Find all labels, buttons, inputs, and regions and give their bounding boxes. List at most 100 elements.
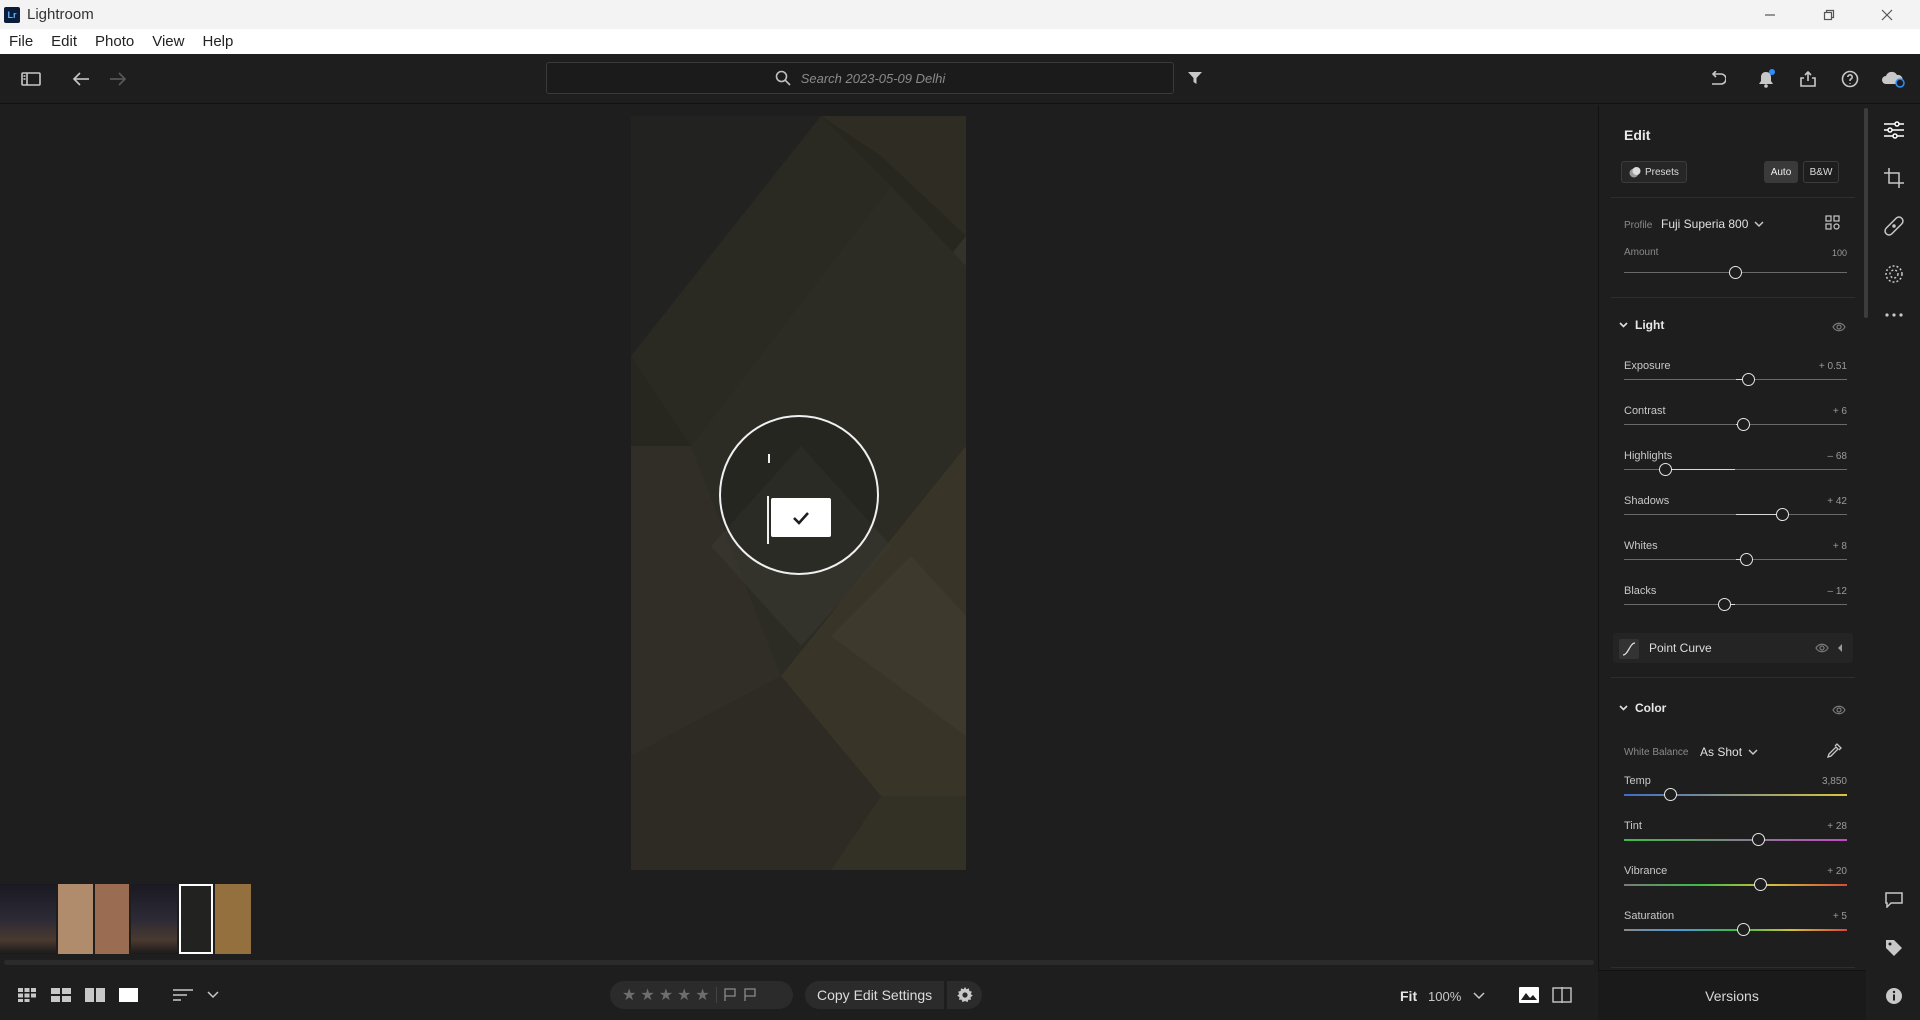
close-button[interactable] — [1864, 0, 1910, 29]
title-bar: Lr Lightroom — [0, 0, 1920, 29]
sliders-icon — [1884, 121, 1904, 139]
contrast-value[interactable]: + 6 — [1833, 406, 1847, 417]
zoom-dropdown-button[interactable] — [1472, 989, 1486, 1003]
profile-dropdown[interactable]: Fuji Superia 800 — [1661, 217, 1764, 231]
edit-tool-button[interactable] — [1883, 119, 1905, 141]
filmstrip-thumb[interactable] — [179, 884, 213, 954]
menu-edit[interactable]: Edit — [51, 33, 77, 50]
color-visibility-toggle[interactable] — [1832, 702, 1846, 720]
more-tools-button[interactable] — [1883, 304, 1905, 326]
sort-button[interactable] — [172, 987, 194, 1003]
blacks-value[interactable]: – 12 — [1828, 586, 1847, 597]
rating-star-icon[interactable]: ★ — [695, 985, 709, 1005]
bw-button[interactable]: B&W — [1803, 161, 1839, 183]
shadows-slider-knob[interactable] — [1776, 508, 1790, 521]
flag-reject-icon[interactable] — [743, 988, 757, 1002]
filmstrip-thumb[interactable] — [131, 884, 177, 954]
filmstrip-thumb[interactable] — [58, 884, 93, 954]
cloud-sync-button[interactable] — [1880, 68, 1906, 90]
filmstrip-scrollbar[interactable] — [4, 960, 1594, 965]
flag-pick-icon[interactable] — [723, 988, 737, 1002]
tint-value[interactable]: + 28 — [1827, 821, 1847, 832]
comments-button[interactable] — [1883, 889, 1905, 911]
restore-button[interactable] — [1806, 0, 1852, 29]
blacks-slider-knob[interactable] — [1718, 598, 1732, 611]
whites-slider-knob[interactable] — [1739, 553, 1753, 566]
search-input[interactable]: Search 2023-05-09 Delhi — [546, 62, 1174, 94]
rating-star-icon[interactable]: ★ — [622, 985, 636, 1005]
saturation-slider-knob[interactable] — [1737, 923, 1751, 936]
undo-button[interactable] — [1706, 69, 1728, 89]
fit-zoom-button[interactable]: Fit — [1400, 988, 1417, 1004]
temp-value[interactable]: 3,850 — [1822, 776, 1847, 787]
whites-value[interactable]: + 8 — [1833, 541, 1847, 552]
temp-slider-knob[interactable] — [1663, 788, 1677, 801]
saturation-slider-track[interactable] — [1624, 929, 1847, 931]
sort-dropdown-button[interactable] — [206, 987, 220, 1003]
vibrance-slider-knob[interactable] — [1753, 878, 1767, 891]
highlights-value[interactable]: – 68 — [1828, 451, 1847, 462]
eye-icon[interactable] — [1815, 643, 1829, 653]
saturation-value[interactable]: + 5 — [1833, 911, 1847, 922]
filmstrip-thumb[interactable] — [0, 884, 56, 954]
detail-view-button[interactable] — [119, 987, 139, 1003]
zoom-level[interactable]: 100% — [1428, 989, 1461, 1004]
share-button[interactable] — [1797, 68, 1819, 90]
profile-browser-button[interactable] — [1825, 215, 1841, 236]
masking-tool-button[interactable] — [1883, 263, 1905, 285]
copy-edit-settings-button[interactable]: Copy Edit Settings — [805, 981, 945, 1009]
show-original-button[interactable] — [1518, 986, 1540, 1004]
rating-star-icon[interactable]: ★ — [659, 985, 673, 1005]
highlights-slider-knob[interactable] — [1658, 463, 1672, 476]
blacks-slider-track[interactable] — [1624, 604, 1847, 605]
white-balance-dropdown[interactable]: As Shot — [1700, 745, 1758, 759]
back-button[interactable] — [70, 69, 92, 89]
temp-slider-track[interactable] — [1624, 794, 1847, 796]
point-curve-row[interactable]: Point Curve — [1613, 633, 1853, 663]
flag-pole — [767, 496, 769, 544]
rating-star-icon[interactable]: ★ — [640, 985, 654, 1005]
versions-button[interactable]: Versions — [1598, 970, 1866, 1020]
arrow-right-icon — [110, 72, 127, 86]
close-icon — [1881, 9, 1893, 20]
compare-view-button[interactable] — [1551, 986, 1573, 1004]
square-grid-view-button[interactable] — [18, 987, 36, 1003]
menu-file[interactable]: File — [9, 33, 33, 50]
crop-tool-button[interactable] — [1883, 167, 1905, 189]
photo-grid-view-button[interactable] — [51, 987, 71, 1003]
help-button[interactable] — [1839, 68, 1861, 90]
copy-settings-gear-button[interactable] — [946, 981, 982, 1009]
tint-slider-track[interactable] — [1624, 839, 1847, 841]
minimize-button[interactable] — [1747, 0, 1793, 29]
highlights-slider-track[interactable] — [1624, 469, 1847, 470]
menu-help[interactable]: Help — [202, 33, 233, 50]
filter-button[interactable] — [1186, 69, 1204, 87]
presets-button[interactable]: Presets — [1621, 161, 1687, 183]
menu-view[interactable]: View — [152, 33, 184, 50]
tint-slider-knob[interactable] — [1751, 833, 1765, 846]
exposure-slider-knob[interactable] — [1741, 373, 1755, 386]
contrast-slider-knob[interactable] — [1736, 418, 1750, 431]
shadows-value[interactable]: + 42 — [1827, 496, 1847, 507]
light-visibility-toggle[interactable] — [1832, 319, 1846, 337]
toggle-panel-button[interactable] — [20, 69, 42, 89]
amount-slider-knob[interactable] — [1729, 266, 1742, 279]
chevron-left-icon[interactable] — [1837, 643, 1843, 653]
light-section-header[interactable]: Light — [1619, 318, 1664, 332]
forward-button[interactable] — [107, 69, 129, 89]
filmstrip-thumb[interactable] — [95, 884, 129, 954]
vibrance-value[interactable]: + 20 — [1827, 866, 1847, 877]
filmstrip-thumb[interactable] — [215, 884, 251, 954]
auto-button[interactable]: Auto — [1764, 161, 1798, 183]
white-balance-eyedropper[interactable] — [1826, 743, 1842, 764]
keywords-button[interactable] — [1883, 937, 1905, 959]
rating-star-icon[interactable]: ★ — [677, 985, 691, 1005]
info-button[interactable] — [1883, 985, 1905, 1007]
square-view-button[interactable] — [85, 987, 105, 1003]
notifications-button[interactable] — [1755, 68, 1777, 90]
vibrance-slider-track[interactable] — [1624, 884, 1847, 886]
menu-photo[interactable]: Photo — [95, 33, 134, 50]
healing-tool-button[interactable] — [1883, 215, 1905, 237]
exposure-value[interactable]: + 0.51 — [1819, 361, 1847, 372]
color-section-header[interactable]: Color — [1619, 701, 1666, 715]
